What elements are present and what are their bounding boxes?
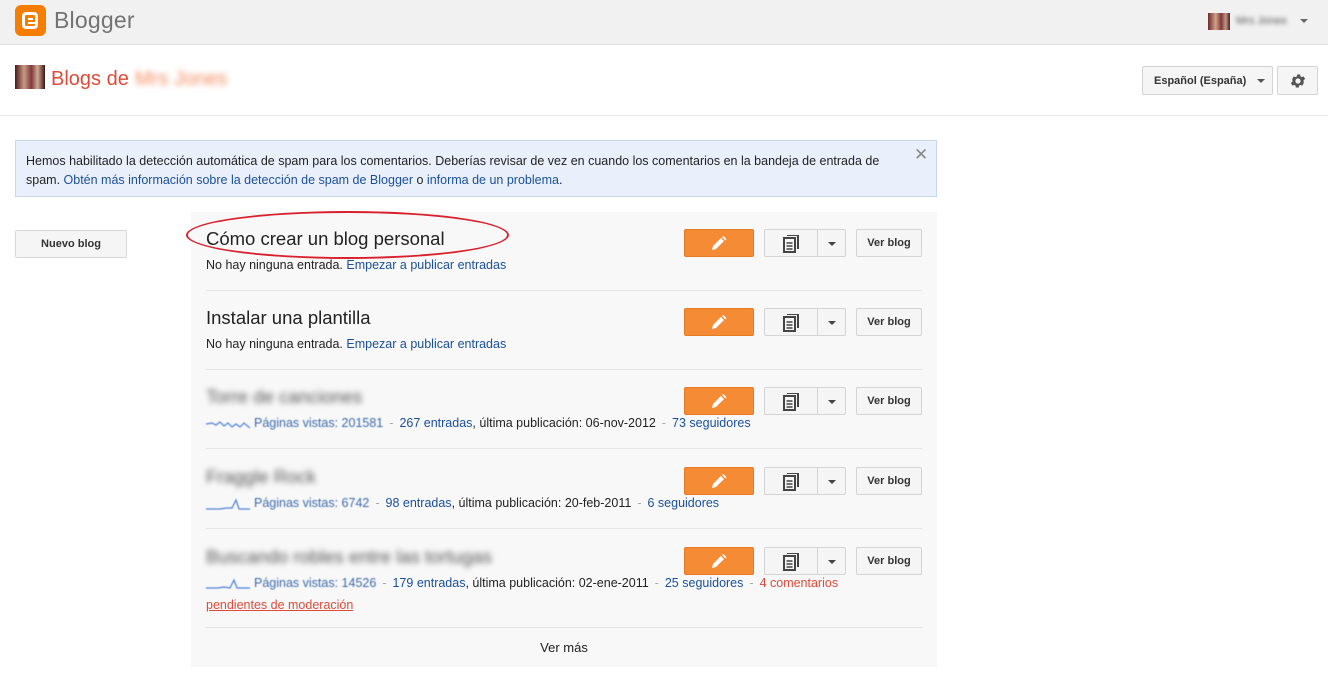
view-blog-button[interactable]: Ver blog bbox=[856, 308, 922, 336]
posts-button[interactable] bbox=[764, 308, 818, 336]
posts-menu-button[interactable] bbox=[817, 547, 846, 575]
blog-item: Torre de canciones Páginas vistas: 20158… bbox=[206, 370, 922, 449]
posts-button[interactable] bbox=[764, 229, 818, 257]
user-name[interactable]: Mrs Jones bbox=[1236, 15, 1287, 27]
blog-title[interactable]: Torre de canciones bbox=[206, 386, 362, 408]
see-more-link[interactable]: Ver más bbox=[191, 640, 937, 655]
blogger-b-icon bbox=[22, 12, 38, 29]
blog-meta: No hay ninguna entrada. Empezar a public… bbox=[206, 258, 506, 272]
followers-link[interactable]: 6 seguidores bbox=[647, 496, 719, 510]
pencil-icon bbox=[712, 236, 727, 250]
notice-text-end: . bbox=[558, 173, 563, 187]
pageviews-link[interactable]: Páginas vistas: 14526 bbox=[254, 576, 376, 590]
no-posts-text: No hay ninguna entrada. bbox=[206, 258, 343, 272]
account-caret-icon[interactable] bbox=[1300, 19, 1308, 23]
new-post-button[interactable] bbox=[684, 547, 754, 575]
separator: - bbox=[654, 576, 659, 590]
blog-title[interactable]: Buscando robles entre las tortugas bbox=[206, 546, 492, 568]
separator: - bbox=[375, 496, 380, 510]
blog-item: Fraggle Rock Páginas vistas: 6742-98 ent… bbox=[206, 450, 922, 529]
pageviews-sparkline-icon bbox=[206, 578, 250, 589]
report-problem-link[interactable]: informa de un problema bbox=[427, 173, 559, 187]
last-post-text: , última publicación: 20-feb-2011 bbox=[451, 496, 632, 510]
new-blog-button[interactable]: Nuevo blog bbox=[15, 230, 127, 258]
new-post-button[interactable] bbox=[684, 308, 754, 336]
gear-icon bbox=[1290, 74, 1306, 88]
blog-title[interactable]: Instalar una plantilla bbox=[206, 307, 371, 329]
posts-button[interactable] bbox=[764, 387, 818, 415]
page-title: Blogs de bbox=[51, 68, 129, 90]
profile-avatar bbox=[15, 65, 45, 89]
user-avatar[interactable] bbox=[1208, 13, 1230, 30]
posts-list-icon bbox=[783, 553, 799, 571]
separator: - bbox=[749, 576, 754, 590]
pageviews-link[interactable]: Páginas vistas: 201581 bbox=[254, 416, 383, 430]
pageviews-link[interactable]: Páginas vistas: 6742 bbox=[254, 496, 369, 510]
pencil-icon bbox=[712, 474, 727, 488]
last-post-text: , última publicación: 06-nov-2012 bbox=[472, 416, 656, 430]
new-post-button[interactable] bbox=[684, 229, 754, 257]
no-posts-text: No hay ninguna entrada. bbox=[206, 337, 343, 351]
chevron-down-icon bbox=[1257, 79, 1265, 83]
start-posting-link[interactable]: Empezar a publicar entradas bbox=[346, 337, 506, 351]
app-title[interactable]: Blogger bbox=[54, 7, 135, 34]
posts-list-icon bbox=[783, 473, 799, 491]
posts-list-icon bbox=[783, 393, 799, 411]
posts-menu-button[interactable] bbox=[817, 387, 846, 415]
highlight-ellipse bbox=[186, 211, 509, 259]
spam-info-link[interactable]: Obtén más información sobre la detección… bbox=[64, 173, 414, 187]
pageviews-sparkline-icon bbox=[206, 498, 250, 510]
posts-button[interactable] bbox=[764, 547, 818, 575]
view-blog-button[interactable]: Ver blog bbox=[856, 229, 922, 257]
settings-button[interactable] bbox=[1277, 66, 1318, 95]
last-post-text: , última publicación: 02-ene-2011 bbox=[465, 576, 649, 590]
posts-count-link[interactable]: 179 entradas bbox=[392, 576, 465, 590]
separator: - bbox=[637, 496, 642, 510]
new-post-button[interactable] bbox=[684, 467, 754, 495]
start-posting-link[interactable]: Empezar a publicar entradas bbox=[346, 258, 506, 272]
followers-link[interactable]: 25 seguidores bbox=[665, 576, 744, 590]
top-bar: Blogger Mrs Jones bbox=[0, 0, 1328, 45]
blog-meta: Páginas vistas: 14526-179 entradas, últi… bbox=[206, 576, 838, 590]
notice-text-or: o bbox=[413, 173, 427, 187]
spam-notice: Hemos habilitado la detección automática… bbox=[15, 140, 937, 197]
separator: - bbox=[661, 416, 667, 430]
separator: - bbox=[382, 576, 387, 590]
posts-menu-button[interactable] bbox=[817, 229, 846, 257]
separator: - bbox=[389, 416, 394, 430]
pending-comments-link[interactable]: 4 comentarios bbox=[760, 576, 839, 590]
blog-title[interactable]: Fraggle Rock bbox=[206, 466, 316, 488]
new-post-button[interactable] bbox=[684, 387, 754, 415]
close-icon[interactable]: ✕ bbox=[914, 145, 928, 164]
pencil-icon bbox=[712, 394, 727, 408]
blog-item: Instalar una plantilla No hay ninguna en… bbox=[206, 291, 922, 370]
page-header: Blogs de Mrs Jones Español (España) bbox=[0, 46, 1328, 116]
posts-menu-button[interactable] bbox=[817, 467, 846, 495]
posts-list-icon bbox=[783, 235, 799, 253]
language-select[interactable]: Español (España) bbox=[1142, 66, 1273, 95]
posts-count-link[interactable]: 98 entradas bbox=[386, 496, 452, 510]
language-label: Español (España) bbox=[1154, 75, 1247, 87]
pending-comments-link-cont[interactable]: pendientes de moderación bbox=[206, 598, 353, 612]
blog-meta: Páginas vistas: 6742-98 entradas, última… bbox=[206, 496, 719, 510]
page-title-owner: Mrs Jones bbox=[135, 68, 228, 90]
view-blog-button[interactable]: Ver blog bbox=[856, 387, 922, 415]
posts-list-icon bbox=[783, 314, 799, 332]
followers-link[interactable]: 73 seguidores bbox=[672, 416, 751, 430]
posts-menu-button[interactable] bbox=[817, 308, 846, 336]
posts-button[interactable] bbox=[764, 467, 818, 495]
pencil-icon bbox=[712, 315, 727, 329]
blog-list: Cómo crear un blog personal No hay ningu… bbox=[191, 212, 937, 667]
blog-meta: Páginas vistas: 201581-267 entradas, últ… bbox=[206, 416, 751, 430]
pencil-icon bbox=[712, 554, 727, 568]
pageviews-sparkline-icon bbox=[206, 420, 250, 429]
blog-item: Buscando robles entre las tortugas Págin… bbox=[206, 530, 922, 628]
view-blog-button[interactable]: Ver blog bbox=[856, 547, 922, 575]
posts-count-link[interactable]: 267 entradas bbox=[399, 416, 472, 430]
blog-meta: No hay ninguna entrada. Empezar a public… bbox=[206, 337, 506, 351]
view-blog-button[interactable]: Ver blog bbox=[856, 467, 922, 495]
